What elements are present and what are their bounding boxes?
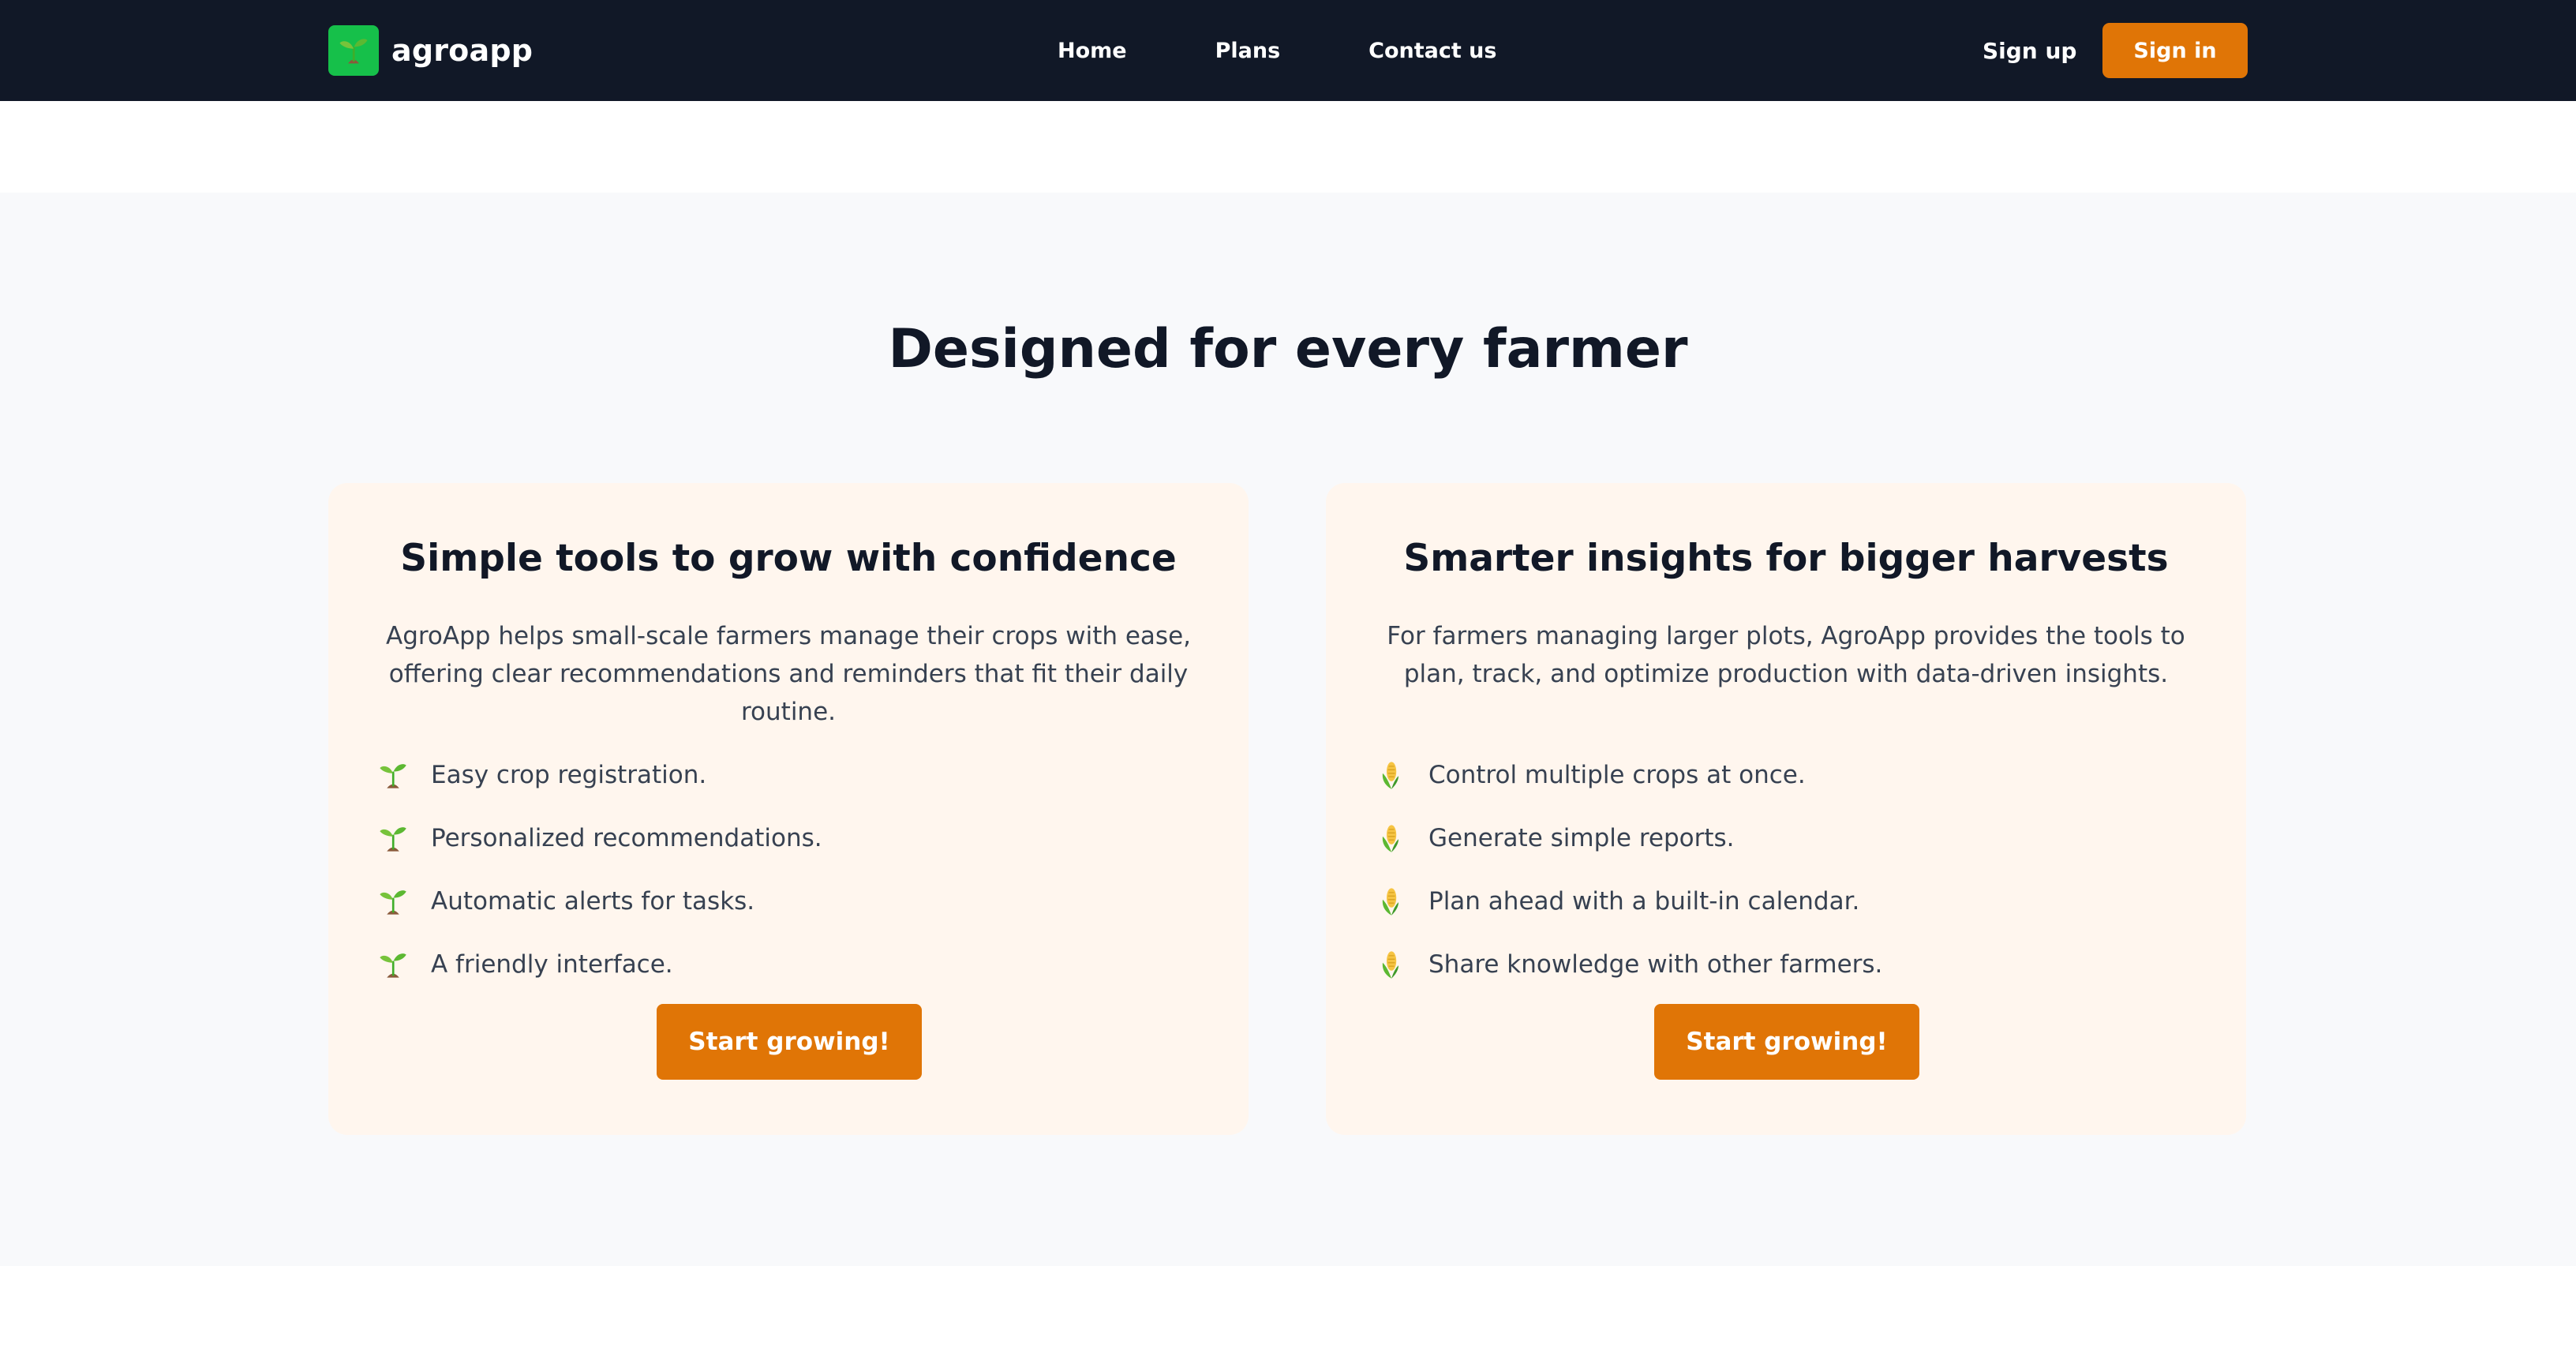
corn-icon bbox=[1382, 888, 1398, 916]
seedling-icon bbox=[328, 25, 379, 76]
start-growing-button[interactable]: Start growing! bbox=[1654, 1004, 1919, 1080]
large-farmer-card: Smarter insights for bigger harvests For… bbox=[1326, 483, 2246, 1135]
list-item: Personalized recommendations. bbox=[377, 807, 822, 870]
card-description: AgroApp helps small-scale farmers manage… bbox=[385, 622, 1192, 726]
corn-icon bbox=[1382, 825, 1398, 852]
sign-in-button[interactable]: Sign in bbox=[2102, 23, 2248, 78]
feature-text: Generate simple reports. bbox=[1428, 824, 1735, 852]
seedling-icon bbox=[380, 764, 406, 788]
card-title: Smarter insights for bigger harvests bbox=[1403, 537, 2169, 580]
card-description: For farmers managing larger plots, AgroA… bbox=[1387, 622, 2185, 688]
main-nav: Home Plans Contact us bbox=[1058, 0, 1496, 101]
list-item: Plan ahead with a built-in calendar. bbox=[1375, 870, 1882, 933]
list-item: Generate simple reports. bbox=[1375, 807, 1882, 870]
start-growing-button[interactable]: Start growing! bbox=[657, 1004, 922, 1080]
feature-text: Share knowledge with other farmers. bbox=[1428, 950, 1883, 979]
feature-text: Personalized recommendations. bbox=[431, 824, 822, 852]
brand-name: agroapp bbox=[391, 33, 534, 68]
section-title: Designed for every farmer bbox=[888, 318, 1688, 380]
small-farmer-card: Simple tools to grow with confidence Agr… bbox=[328, 483, 1249, 1135]
feature-text: A friendly interface. bbox=[431, 950, 673, 979]
nav-contact-us[interactable]: Contact us bbox=[1368, 39, 1496, 63]
sign-up-link[interactable]: Sign up bbox=[1983, 0, 2076, 101]
list-item: Control multiple crops at once. bbox=[1375, 743, 1882, 807]
list-item: Share knowledge with other farmers. bbox=[1375, 933, 1882, 996]
feature-text: Control multiple crops at once. bbox=[1428, 761, 1806, 789]
corn-icon bbox=[1382, 762, 1398, 789]
brand-logo-link[interactable]: agroapp bbox=[328, 24, 533, 77]
seedling-icon bbox=[380, 890, 406, 915]
card-title: Simple tools to grow with confidence bbox=[400, 537, 1177, 580]
nav-plans[interactable]: Plans bbox=[1215, 39, 1281, 63]
top-navbar: agroapp Home Plans Contact us Sign up Si… bbox=[0, 0, 2576, 101]
list-item: A friendly interface. bbox=[377, 933, 822, 996]
feature-text: Automatic alerts for tasks. bbox=[431, 887, 755, 916]
list-item: Easy crop registration. bbox=[377, 743, 822, 807]
seedling-icon bbox=[380, 827, 406, 852]
nav-home[interactable]: Home bbox=[1058, 39, 1127, 63]
feature-list: Control multiple crops at once. Generate… bbox=[1375, 743, 1882, 996]
corn-icon bbox=[1382, 951, 1398, 979]
feature-text: Easy crop registration. bbox=[431, 761, 707, 789]
list-item: Automatic alerts for tasks. bbox=[377, 870, 822, 933]
seedling-icon bbox=[380, 953, 406, 978]
feature-text: Plan ahead with a built-in calendar. bbox=[1428, 887, 1860, 916]
feature-list: Easy crop registration. Personalized rec… bbox=[377, 743, 822, 996]
features-section: Designed for every farmer Simple tools t… bbox=[0, 193, 2576, 1266]
